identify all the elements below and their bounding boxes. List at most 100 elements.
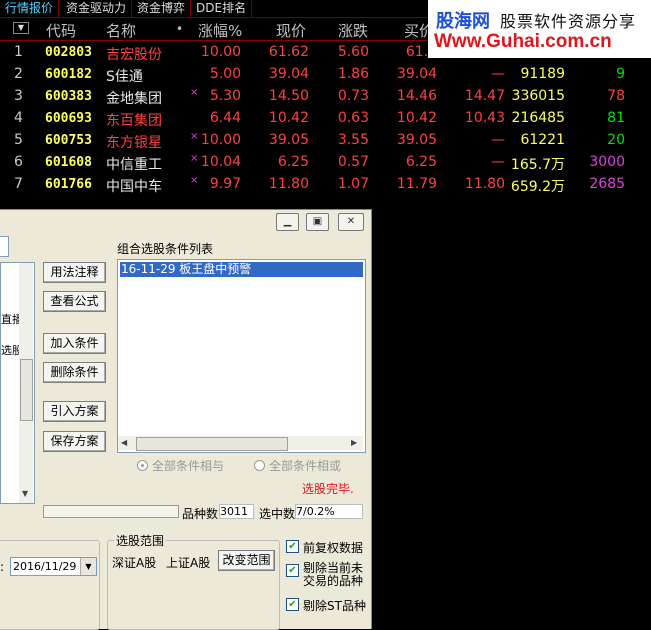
condition-list-hscrollbar[interactable]: ◀ ▶ — [118, 436, 363, 451]
row-number: 1 — [14, 44, 23, 60]
selected-label: 选中数 — [259, 507, 296, 521]
ask-price: — — [491, 66, 505, 82]
minimize-icon[interactable]: ▁ — [276, 213, 299, 231]
current-price: 39.04 — [268, 66, 309, 82]
volume: 336015 — [511, 88, 565, 104]
current-price: 39.05 — [268, 132, 309, 148]
tab-fund-drive[interactable]: 资金驱动力 — [61, 0, 133, 17]
row-mark: × — [190, 175, 199, 186]
condition-list[interactable]: 16-11-29 板王盘中预警 — [117, 259, 366, 453]
tab-quotes[interactable]: 行情报价 — [0, 0, 60, 17]
checkbox-forward-adjust[interactable]: ✔ — [286, 540, 299, 553]
table-row[interactable]: 2 600182 S佳通 5.00 39.04 1.86 39.04 — 91189 9 — [0, 63, 651, 85]
table-row[interactable]: 6 601608 中信重工 × 10.04 6.25 0.57 6.25 — 165.7万 3000 — [0, 151, 651, 173]
change-range-button[interactable]: 改变范围 — [218, 550, 275, 571]
row-mark: × — [190, 87, 199, 98]
watermark-logo: 股海网 股票软件资源分享 Www.Guhai.com.cn — [428, 0, 651, 58]
price-change: 1.86 — [337, 66, 369, 82]
close-icon[interactable]: ✕ — [338, 213, 364, 231]
current-price: 14.50 — [268, 88, 309, 104]
change-percent: 10.00 — [200, 132, 241, 148]
add-condition-button[interactable]: 加入条件 — [43, 333, 106, 354]
import-plan-button[interactable]: 引入方案 — [43, 401, 106, 422]
left-list-panel[interactable]: 直播 选股 ▼ — [0, 262, 35, 504]
watermark-slogan: 股票软件资源分享 — [500, 12, 637, 31]
usage-notes-button[interactable]: 用法注释 — [43, 262, 106, 283]
tab-fund-game[interactable]: 资金博弈 — [132, 0, 192, 17]
delete-condition-button[interactable]: 删除条件 — [43, 362, 106, 383]
row-number: 2 — [14, 66, 23, 82]
date-dropdown[interactable]: 2016/11/29 ▼ — [10, 557, 97, 576]
radio-all-or[interactable] — [254, 460, 265, 471]
date-colon: : — [0, 560, 5, 574]
restore-icon[interactable]: ▣ — [306, 213, 329, 231]
save-plan-button[interactable]: 保存方案 — [43, 431, 106, 452]
volume: 216485 — [511, 110, 565, 126]
checkbox-exclude-untraded[interactable]: ✔ — [286, 564, 299, 577]
scroll-down-arrow-icon[interactable]: ▼ — [22, 489, 28, 498]
change-percent: 9.97 — [209, 176, 241, 192]
row-number: 5 — [14, 132, 23, 148]
stock-name: 中国中车 — [106, 179, 162, 195]
list-item[interactable]: 16-11-29 板王盘中预警 — [120, 262, 363, 277]
header-name[interactable]: 名称 — [106, 20, 136, 41]
bid-price: 39.05 — [396, 132, 437, 148]
price-change: 0.73 — [337, 88, 369, 104]
table-row[interactable]: 4 600693 东百集团 6.44 10.42 0.63 10.42 10.43 216485… — [0, 107, 651, 129]
hscroll-thumb[interactable] — [136, 437, 288, 451]
stock-code: 601608 — [45, 155, 92, 170]
current-price: 6.25 — [277, 154, 309, 170]
tab-dde-rank[interactable]: DDE排名 — [191, 0, 253, 17]
checkbox-exclude-st[interactable]: ✔ — [286, 598, 299, 611]
row-mark: × — [190, 131, 199, 142]
sort-down-icon[interactable]: ▼ — [13, 22, 29, 34]
price-change: 0.57 — [337, 154, 369, 170]
stock-code: 600753 — [45, 133, 92, 148]
change-percent: 10.00 — [200, 44, 241, 60]
stock-name: 东方银星 — [106, 135, 162, 151]
stock-name: 东百集团 — [106, 113, 162, 129]
table-row[interactable]: 7 601766 中国中车 × 9.97 11.80 1.07 11.79 11.80 659.2… — [0, 173, 651, 195]
chevron-down-icon[interactable]: ▼ — [80, 558, 96, 575]
header-pct[interactable]: 涨幅% — [198, 20, 242, 41]
header-dot: • — [176, 22, 184, 36]
dialog-titlebar[interactable]: ▁ ▣ ✕ — [0, 210, 371, 232]
watermark-brand: 股海网 — [436, 11, 490, 31]
checkbox-exclude-untraded-label: 剔除当前未交易的品种 — [303, 561, 364, 588]
price-change: 1.07 — [337, 176, 369, 192]
bid-price: 6.25 — [405, 154, 437, 170]
header-change[interactable]: 涨跌 — [338, 20, 368, 41]
progress-bar — [43, 505, 179, 518]
bid-price: 11.79 — [396, 176, 437, 192]
bid-price: 14.46 — [396, 88, 437, 104]
volume: 61221 — [520, 132, 565, 148]
current-price: 11.80 — [268, 176, 309, 192]
stock-name: 吉宏股份 — [106, 47, 162, 63]
price-change: 0.63 — [337, 110, 369, 126]
header-code[interactable]: 代码 — [46, 20, 76, 41]
ask-price: 14.47 — [464, 88, 505, 104]
table-row[interactable]: 5 600753 东方银星 × 10.00 39.05 3.55 39.05 — 61221 20 — [0, 129, 651, 151]
volume: 91189 — [520, 66, 565, 82]
count-label: 品种数 — [182, 507, 219, 521]
checkbox-exclude-st-label: 剔除ST品种 — [303, 599, 366, 613]
radio-all-and[interactable] — [137, 460, 148, 471]
table-row[interactable]: 3 600383 金地集团 × 5.30 14.50 0.73 14.46 14.47 33601… — [0, 85, 651, 107]
row-number: 6 — [14, 154, 23, 170]
last-column: 81 — [607, 110, 625, 126]
selected-value: 7/0.2% — [295, 504, 363, 519]
header-price[interactable]: 现价 — [276, 20, 306, 41]
last-column: 3000 — [589, 154, 625, 170]
current-price: 61.62 — [268, 44, 309, 60]
volume: 165.7万 — [510, 157, 565, 173]
scroll-right-arrow-icon[interactable]: ▶ — [351, 438, 357, 447]
price-change: 5.60 — [337, 44, 369, 60]
left-input-fragment[interactable] — [0, 236, 9, 257]
date-group — [0, 540, 100, 630]
scroll-left-arrow-icon[interactable]: ◀ — [121, 438, 127, 447]
left-scroll-thumb[interactable] — [20, 359, 33, 421]
view-formula-button[interactable]: 查看公式 — [43, 291, 106, 312]
stock-code: 600182 — [45, 67, 92, 82]
stock-name: S佳通 — [106, 69, 143, 85]
left-vertical-scrollbar[interactable]: ▼ — [19, 263, 33, 503]
